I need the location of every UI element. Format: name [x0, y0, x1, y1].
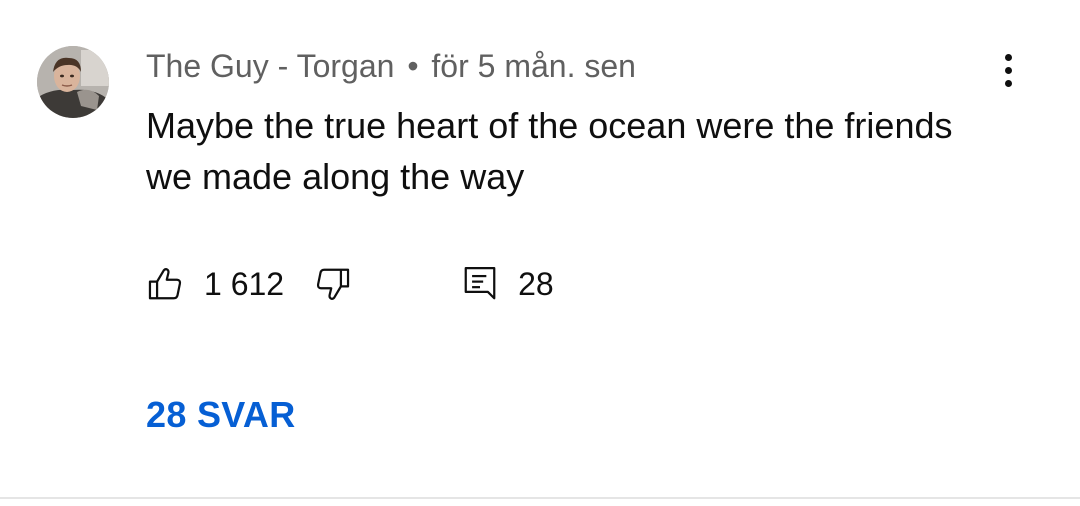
- kebab-dot: [1004, 53, 1012, 61]
- comment-thread: The Guy - Torgan • för 5 mån. sen Maybe …: [0, 0, 1080, 506]
- comment-actions: 1 612 28: [146, 262, 554, 306]
- thumbs-up-icon: [148, 268, 182, 300]
- more-vert-icon[interactable]: [990, 48, 1026, 92]
- reply-count: 28: [518, 266, 554, 302]
- avatar[interactable]: [37, 46, 109, 118]
- separator-dot: •: [407, 48, 419, 84]
- author-name[interactable]: The Guy - Torgan: [146, 48, 394, 84]
- avatar-image: [37, 46, 109, 118]
- comment-header: The Guy - Torgan • för 5 mån. sen: [146, 46, 636, 86]
- timestamp[interactable]: för 5 mån. sen: [431, 48, 636, 84]
- divider: [0, 497, 1080, 499]
- view-replies-button[interactable]: 28 SVAR: [146, 393, 296, 437]
- kebab-dot: [1004, 79, 1012, 87]
- like-count: 1 612: [204, 266, 285, 302]
- comment-icon: [464, 267, 496, 300]
- dislike-button[interactable]: [314, 265, 352, 303]
- reply-button[interactable]: [462, 265, 498, 303]
- like-button[interactable]: [146, 265, 184, 303]
- kebab-dot: [1004, 66, 1012, 74]
- thumbs-down-icon: [316, 268, 350, 300]
- comment-text: Maybe the true heart of the ocean were t…: [146, 105, 953, 197]
